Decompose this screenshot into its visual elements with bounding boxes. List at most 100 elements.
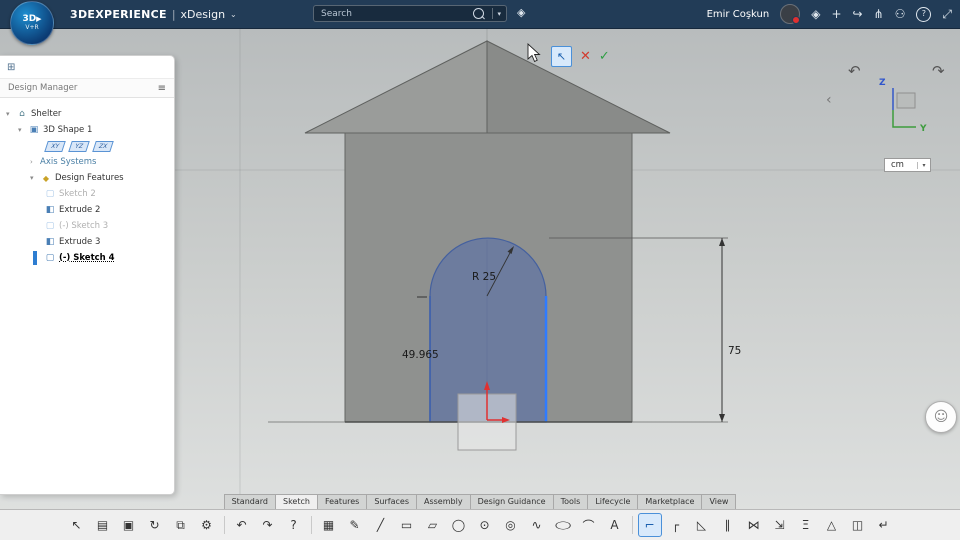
save-icon[interactable]: ▣ bbox=[117, 513, 141, 537]
sketch-toolbar: ↖ ▤ ▣ ↻ ⧉ ⚙ ↶ ↷ ? ▦ ✎ ╱ ▭ ▱ ◯ ⊙ ◎ ∿ ◯ ⌒ … bbox=[0, 509, 960, 540]
ellipse-icon[interactable]: ◯ bbox=[548, 517, 578, 533]
text-icon[interactable]: A bbox=[603, 513, 627, 537]
paste-icon[interactable]: ▤ bbox=[91, 513, 115, 537]
redo-icon[interactable]: ↷ bbox=[256, 513, 280, 537]
share-icon[interactable]: ↪ bbox=[853, 8, 863, 20]
units-selector[interactable]: cm ▾ bbox=[884, 158, 931, 172]
app-menu-caret-icon[interactable]: ⌄ bbox=[230, 10, 237, 19]
expand-caret-icon[interactable]: ▾ bbox=[6, 110, 16, 118]
update-icon[interactable]: ↻ bbox=[143, 513, 167, 537]
grid-icon[interactable]: ▦ bbox=[317, 513, 341, 537]
share-network-icon[interactable]: ⋔ bbox=[874, 8, 884, 20]
power-trim-icon[interactable]: ⌐ bbox=[637, 513, 662, 537]
brand-title: 3DEXPERIENCE bbox=[70, 7, 167, 21]
axis-y-label[interactable]: Y bbox=[919, 124, 927, 134]
corner-icon[interactable]: ┌ bbox=[664, 513, 688, 537]
circle-icon[interactable]: ◯ bbox=[447, 513, 471, 537]
tab-standard[interactable]: Standard bbox=[223, 494, 275, 510]
tree-item-sketch-4[interactable]: ▢ (-) Sketch 4 bbox=[0, 250, 174, 266]
assistant-button[interactable]: ☺ bbox=[925, 401, 957, 433]
global-search[interactable]: ▾ bbox=[313, 5, 507, 22]
offset-icon[interactable]: ∥ bbox=[716, 513, 740, 537]
exit-sketch-icon[interactable]: ↵ bbox=[872, 513, 896, 537]
cancel-sketch-button[interactable]: ✕ bbox=[580, 49, 591, 64]
help-icon[interactable]: ? bbox=[916, 6, 932, 22]
tree-item-shelter[interactable]: ▾ ⌂ Shelter bbox=[0, 106, 174, 122]
tab-view[interactable]: View bbox=[701, 494, 737, 510]
collapsed-caret-icon[interactable]: › bbox=[30, 158, 40, 166]
axis-z-label[interactable]: Z bbox=[879, 78, 886, 88]
center-circle-icon[interactable]: ⊙ bbox=[473, 513, 497, 537]
axis-y-line bbox=[892, 110, 916, 128]
chamfer-icon[interactable]: ◺ bbox=[690, 513, 714, 537]
select-tool-icon[interactable]: ↖ bbox=[65, 513, 89, 537]
tab-design-guidance[interactable]: Design Guidance bbox=[469, 494, 553, 510]
width-dimension-label[interactable]: 49.965 bbox=[402, 349, 439, 361]
user-avatar[interactable] bbox=[780, 4, 801, 24]
fullscreen-icon[interactable]: ⤢ bbox=[942, 8, 952, 20]
sketch-pencil-icon[interactable]: ✎ bbox=[343, 513, 367, 537]
tab-sketch[interactable]: Sketch bbox=[274, 494, 317, 510]
undo-icon[interactable]: ↶ bbox=[230, 513, 254, 537]
triangle-icon[interactable]: △ bbox=[820, 513, 844, 537]
radius-dimension-label[interactable]: R 25 bbox=[472, 271, 496, 283]
height-dimension-label[interactable]: 75 bbox=[728, 345, 741, 357]
line-icon[interactable]: ╱ bbox=[369, 513, 393, 537]
spline-icon[interactable]: ∿ bbox=[525, 513, 549, 537]
rotate-view-right-button[interactable]: ↷ bbox=[932, 62, 945, 80]
tag-icon[interactable]: ◈ bbox=[517, 6, 525, 19]
plane-zx-icon[interactable]: ZX bbox=[92, 140, 114, 152]
tree-item-sketch-3[interactable]: ▢ (-) Sketch 3 bbox=[0, 218, 174, 234]
view-cube-face[interactable] bbox=[896, 92, 916, 109]
expand-caret-icon[interactable]: ▾ bbox=[30, 174, 40, 182]
tree-item-sketch-2[interactable]: ▢ Sketch 2 bbox=[0, 186, 174, 202]
tab-tools[interactable]: Tools bbox=[552, 494, 588, 510]
confirm-sketch-button[interactable]: ✓ bbox=[599, 49, 610, 64]
units-caret-icon[interactable]: ▾ bbox=[917, 161, 930, 169]
ribbon-tab-bar: Standard Sketch Features Surfaces Assemb… bbox=[0, 494, 960, 510]
design-tree: ▾ ⌂ Shelter ▾ ▣ 3D Shape 1 XY YZ ZX › Ax… bbox=[0, 98, 174, 266]
mirror-icon[interactable]: ⋈ bbox=[742, 513, 766, 537]
tree-item-3d-shape-1[interactable]: ▾ ▣ 3D Shape 1 bbox=[0, 122, 174, 138]
collapse-panel-chevron-icon[interactable]: ‹ bbox=[826, 92, 832, 108]
plane-yz-icon[interactable]: YZ bbox=[68, 140, 90, 152]
tab-features[interactable]: Features bbox=[316, 494, 367, 510]
rotate-view-left-button[interactable]: ↶ bbox=[848, 62, 861, 80]
invite-user-icon[interactable]: ⚇ bbox=[895, 8, 906, 20]
copy-icon[interactable]: ⧉ bbox=[169, 513, 193, 537]
expand-caret-icon[interactable]: ▾ bbox=[18, 126, 28, 134]
tree-item-design-features[interactable]: ▾ ◆ Design Features bbox=[0, 170, 174, 186]
app-name[interactable]: xDesign bbox=[181, 8, 226, 21]
constraints-icon[interactable]: Ξ bbox=[794, 513, 818, 537]
arc-icon[interactable]: ⌒ bbox=[577, 513, 601, 537]
tab-surfaces[interactable]: Surfaces bbox=[366, 494, 416, 510]
3ds-logo[interactable]: 3D▶ V+R bbox=[10, 1, 54, 45]
compass-icon[interactable]: ◈ bbox=[811, 8, 820, 20]
parallelogram-icon[interactable]: ▱ bbox=[421, 513, 445, 537]
sketch-icon: ▢ bbox=[45, 221, 55, 231]
add-content-icon[interactable]: + bbox=[831, 8, 841, 20]
concentric-circle-icon[interactable]: ◎ bbox=[499, 513, 523, 537]
tab-marketplace[interactable]: Marketplace bbox=[637, 494, 702, 510]
tree-item-extrude-2[interactable]: ◧ Extrude 2 bbox=[0, 202, 174, 218]
tree-item-label: Shelter bbox=[31, 109, 62, 119]
tree-item-axis-systems[interactable]: › Axis Systems bbox=[0, 154, 174, 170]
rectangle-icon[interactable]: ▭ bbox=[395, 513, 419, 537]
search-icon[interactable] bbox=[473, 8, 485, 19]
tree-item-extrude-3[interactable]: ◧ Extrude 3 bbox=[0, 234, 174, 250]
panel-menu-icon[interactable]: ≡ bbox=[158, 83, 174, 94]
project-icon[interactable]: ⇲ bbox=[768, 513, 792, 537]
plane-xy-icon[interactable]: XY bbox=[44, 140, 66, 152]
search-options-caret-icon[interactable]: ▾ bbox=[497, 10, 501, 18]
settings-gear-icon[interactable]: ⚙ bbox=[195, 513, 219, 537]
panel-flag-icon[interactable]: ⊞ bbox=[7, 62, 15, 73]
help-icon[interactable]: ? bbox=[282, 513, 306, 537]
search-input[interactable] bbox=[319, 7, 472, 20]
tree-item-label: (-) Sketch 3 bbox=[59, 221, 109, 231]
user-name[interactable]: Emir Coşkun bbox=[707, 9, 770, 20]
tab-lifecycle[interactable]: Lifecycle bbox=[587, 494, 638, 510]
extrude-profile-icon[interactable]: ◫ bbox=[846, 513, 870, 537]
roof-left-face[interactable] bbox=[304, 40, 488, 134]
tab-assembly[interactable]: Assembly bbox=[416, 494, 470, 510]
pointer-tool-button[interactable]: ↖ bbox=[551, 46, 572, 67]
